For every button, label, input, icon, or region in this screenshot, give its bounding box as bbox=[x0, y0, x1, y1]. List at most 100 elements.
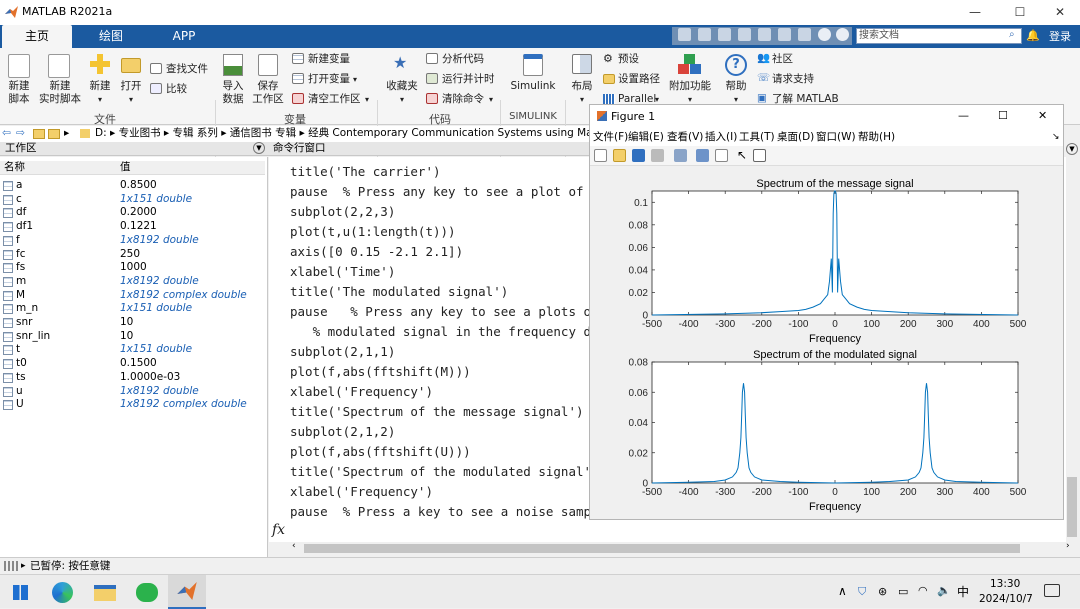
community-button[interactable]: 社区 bbox=[772, 53, 793, 66]
minimize-button[interactable]: — bbox=[955, 2, 995, 22]
menu-desktop[interactable]: 桌面(D) bbox=[777, 129, 814, 146]
simulink-button[interactable]: Simulink bbox=[508, 80, 558, 93]
paste-icon[interactable] bbox=[738, 28, 751, 41]
link-plot-icon[interactable] bbox=[674, 149, 687, 162]
cut-icon[interactable] bbox=[698, 28, 711, 41]
scroll-right-arrow-icon[interactable]: › bbox=[1066, 541, 1070, 551]
undo-icon[interactable] bbox=[758, 28, 771, 41]
workspace-variable-row[interactable]: t0 0.1500 bbox=[0, 357, 265, 371]
find-files-button[interactable]: 查找文件 bbox=[166, 63, 208, 76]
file-explorer-icon[interactable] bbox=[94, 585, 116, 601]
workspace-menu-icon[interactable]: ▼ bbox=[253, 142, 265, 154]
figure-plot-area[interactable]: Spectrum of the message signal-500 -400 -3… bbox=[590, 167, 1063, 519]
battery-icon[interactable]: ▭ bbox=[898, 585, 908, 598]
request-support-button[interactable]: 请求支持 bbox=[772, 73, 814, 86]
legend-icon[interactable] bbox=[715, 149, 728, 162]
workspace-variable-row[interactable]: f 1x8192 double bbox=[0, 234, 265, 248]
save-figure-icon[interactable] bbox=[632, 149, 645, 162]
up-folder-icon[interactable] bbox=[33, 129, 45, 139]
property-editor-icon[interactable] bbox=[753, 149, 766, 162]
folder-dropdown-icon[interactable]: ▸ bbox=[64, 126, 69, 141]
tab-plots[interactable]: 绘图 bbox=[80, 25, 142, 48]
edge-browser-icon[interactable] bbox=[52, 582, 73, 603]
browse-folder-icon[interactable] bbox=[48, 129, 60, 139]
security-icon[interactable]: ⊛ bbox=[878, 585, 887, 598]
workspace-variable-row[interactable]: fc 250 bbox=[0, 248, 265, 262]
scrollbar-thumb[interactable] bbox=[304, 544, 1020, 553]
new-dropdown-icon[interactable]: ▾ bbox=[86, 93, 114, 106]
pointer-arrow-icon[interactable]: ↖ bbox=[737, 148, 747, 162]
scroll-left-arrow-icon[interactable]: ‹ bbox=[292, 541, 296, 551]
workspace-variable-row[interactable]: fs 1000 bbox=[0, 261, 265, 275]
workspace-variable-row[interactable]: df1 0.1221 bbox=[0, 220, 265, 234]
wechat-icon[interactable] bbox=[136, 583, 158, 602]
open-dropdown-icon[interactable]: ▾ bbox=[117, 93, 145, 106]
layout-button[interactable]: 布局 bbox=[568, 80, 596, 93]
help-button[interactable]: 帮助 bbox=[720, 80, 752, 93]
workspace-variable-row[interactable]: df 0.2000 bbox=[0, 206, 265, 220]
redo-icon[interactable] bbox=[778, 28, 791, 41]
open-variable-dropdown-icon[interactable]: ▾ bbox=[353, 73, 357, 86]
save-workspace-button[interactable]: 保存 工作区 bbox=[251, 80, 285, 106]
close-button[interactable]: ✕ bbox=[1040, 2, 1080, 22]
open-button[interactable]: 打开 bbox=[117, 80, 145, 93]
tray-expand-icon[interactable]: ∧ bbox=[838, 584, 847, 598]
workspace-variable-row[interactable]: m_n 1x151 double bbox=[0, 302, 265, 316]
new-button[interactable]: 新建 bbox=[86, 80, 114, 93]
menu-dock-arrow-icon[interactable]: ↘ bbox=[1052, 129, 1060, 146]
login-link[interactable]: 登录 bbox=[1040, 25, 1080, 48]
name-column-header[interactable]: 名称 bbox=[4, 161, 25, 174]
workspace-variable-row[interactable]: M 1x8192 complex double bbox=[0, 289, 265, 303]
menu-help[interactable]: 帮助(H) bbox=[858, 129, 895, 146]
menu-insert[interactable]: 插入(I) bbox=[705, 129, 737, 146]
notification-bell-icon[interactable]: 🔔 bbox=[1026, 29, 1040, 43]
menu-file[interactable]: 文件(F) bbox=[593, 129, 628, 146]
clear-commands-button[interactable]: 清除命令 bbox=[442, 93, 484, 106]
clear-workspace-button[interactable]: 清空工作区 bbox=[308, 93, 361, 106]
clock-time[interactable]: 13:30 bbox=[990, 578, 1020, 590]
windows-start-icon[interactable] bbox=[13, 585, 28, 600]
workspace-variable-row[interactable]: a 0.8500 bbox=[0, 179, 265, 193]
copy-icon[interactable] bbox=[718, 28, 731, 41]
ime-indicator[interactable]: 中 bbox=[957, 583, 969, 600]
run-and-time-button[interactable]: 运行并计时 bbox=[442, 73, 495, 86]
maximize-button[interactable]: ☐ bbox=[1000, 2, 1040, 22]
save-icon[interactable] bbox=[678, 28, 691, 41]
help-icon[interactable] bbox=[818, 28, 831, 41]
defender-shield-icon[interactable]: ⛉ bbox=[858, 585, 866, 599]
favorites-dropdown-icon[interactable]: ▾ bbox=[384, 93, 420, 106]
open-file-icon[interactable] bbox=[613, 149, 626, 162]
compare-button[interactable]: 比较 bbox=[166, 83, 187, 96]
set-path-button[interactable]: 设置路径 bbox=[618, 73, 660, 86]
clear-workspace-dropdown-icon[interactable]: ▾ bbox=[365, 93, 369, 106]
status-dropdown-icon[interactable]: ▸ bbox=[21, 558, 26, 574]
back-arrow-icon[interactable]: ⇦ bbox=[2, 126, 11, 141]
print-icon[interactable] bbox=[651, 149, 664, 162]
menu-tools[interactable]: 工具(T) bbox=[739, 129, 775, 146]
current-folder-path[interactable]: D: ▸ 专业图书 ▸ 专辑 系列 ▸ 通信图书 专辑 ▸ 经典 Contemp… bbox=[95, 126, 590, 141]
preferences-button[interactable]: 预设 bbox=[618, 53, 639, 66]
forward-arrow-icon[interactable]: ⇨ bbox=[16, 126, 25, 141]
new-live-script-button[interactable]: 新建 实时脚本 bbox=[36, 80, 84, 106]
menu-window[interactable]: 窗口(W) bbox=[816, 129, 856, 146]
workspace-variable-row[interactable]: c 1x151 double bbox=[0, 193, 265, 207]
new-figure-icon[interactable] bbox=[594, 149, 607, 162]
import-data-button[interactable]: 导入 数据 bbox=[218, 80, 248, 106]
vertical-scrollbar-thumb[interactable] bbox=[1067, 477, 1077, 537]
switch-window-icon[interactable] bbox=[798, 28, 811, 41]
clear-commands-dropdown-icon[interactable]: ▾ bbox=[489, 93, 493, 106]
workspace-variable-row[interactable]: t 1x151 double bbox=[0, 343, 265, 357]
favorites-button[interactable]: 收藏夹 bbox=[384, 80, 420, 93]
figure-close-button[interactable]: ✕ bbox=[1038, 109, 1047, 122]
value-column-header[interactable]: 值 bbox=[120, 161, 131, 174]
new-variable-button[interactable]: 新建变量 bbox=[308, 53, 350, 66]
open-variable-button[interactable]: 打开变量 bbox=[308, 73, 350, 86]
menu-edit[interactable]: 编辑(E) bbox=[628, 129, 664, 146]
workspace-variable-row[interactable]: U 1x8192 complex double bbox=[0, 398, 265, 412]
workspace-variable-row[interactable]: ts 1.0000e-03 bbox=[0, 371, 265, 385]
workspace-variable-row[interactable]: snr 10 bbox=[0, 316, 265, 330]
horizontal-scrollbar[interactable]: ‹ › bbox=[290, 541, 1078, 555]
wifi-icon[interactable]: ◠ bbox=[918, 584, 928, 597]
figure-minimize-button[interactable]: — bbox=[958, 109, 969, 122]
workspace-variable-row[interactable]: u 1x8192 double bbox=[0, 385, 265, 399]
